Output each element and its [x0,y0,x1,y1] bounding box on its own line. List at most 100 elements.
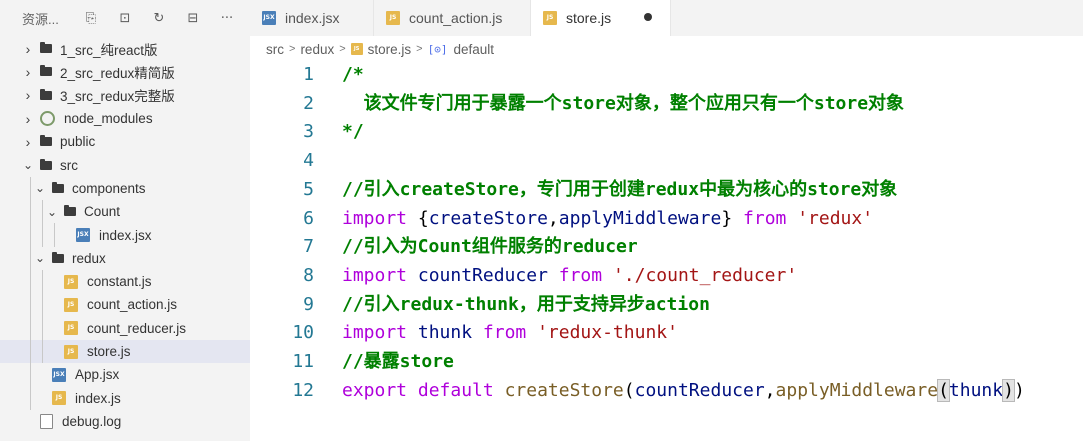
tree-item[interactable]: › 3_src_redux完整版 [0,84,250,107]
breadcrumb-item[interactable]: redux [300,42,334,57]
code-editor[interactable]: 1 /* 2 该文件专门用于暴露一个store对象，整个应用只有一个store对象 3… [250,61,1083,441]
line-number: 8 [303,264,314,286]
code-text: /* [342,61,364,89]
tree-item[interactable]: JSX App.jsx [0,363,250,387]
tree-item[interactable]: debug.log [0,410,250,433]
tab-store-js[interactable]: JS store.js [531,0,671,36]
code-token: */ [342,121,364,143]
code-line[interactable]: 7 //引入为Count组件服务的reducer [250,233,1083,261]
new-file-icon[interactable]: ⎘ [74,11,108,26]
tree-item-label: 1_src_纯react版 [60,42,158,58]
tree-item[interactable]: JS index.js [0,386,250,410]
code-line[interactable]: 3 */ [250,118,1083,146]
indent-guide [30,293,31,317]
code-token: thunk [948,379,1004,401]
unsaved-dot-icon[interactable] [644,13,652,21]
tab-label: store.js [566,10,612,26]
folder-icon [40,88,52,100]
chevron-right-icon[interactable]: › [22,135,34,149]
tab-label: count_action.js [409,10,503,26]
indent-guide [42,339,43,364]
tree-item-label: redux [72,250,106,266]
tree-item[interactable]: ⌄ src [0,153,250,176]
tab-count_action-js[interactable]: JS count_action.js [374,0,531,36]
line-number: 1 [303,64,314,85]
tree-item-label: count_action.js [87,297,178,313]
code-text: 该文件专门用于暴露一个store对象，整个应用只有一个store对象 [342,90,904,118]
indent-guide [30,386,31,410]
chevron-down-icon[interactable]: ⌄ [46,206,58,218]
breadcrumb-item[interactable]: default [453,42,494,57]
node-modules-icon [40,111,55,127]
line-number: 7 [303,236,314,258]
more-icon[interactable]: ··· [210,11,244,26]
code-token: thunk [417,322,483,344]
code-text: import thunk from 'redux-thunk' [342,319,678,347]
tree-item[interactable]: ⌄ Count [0,200,250,224]
tree-item[interactable]: ⌄ redux [0,246,250,270]
explorer-header: 资源... ⎘ ⊡ ↻ ⊟ ··· [0,0,250,36]
tree-item[interactable]: › 1_src_纯react版 [0,37,250,60]
code-line[interactable]: 12 export default createStore(countReduce… [250,377,1083,405]
tree-item[interactable]: › public [0,130,250,153]
refresh-icon[interactable]: ↻ [142,11,176,26]
indent-guide [30,339,31,364]
code-text: import countReducer from './count_reduce… [342,262,797,290]
code-line[interactable]: 11 //暴露store [250,348,1083,376]
chevron-down-icon[interactable]: ⌄ [22,159,34,171]
code-token: 该文件专门用于暴露一个store对象，整个应用只有一个store对象 [342,92,905,114]
tree-item[interactable]: JS constant.js [0,269,250,294]
code-token: 'redux-thunk' [537,322,678,344]
code-line[interactable]: 4 [250,147,1083,175]
code-token: ( [623,379,635,401]
breadcrumb-item[interactable]: src [266,42,284,57]
jsx-file-icon: JSX [52,367,66,382]
js-file-icon: JS [64,321,78,336]
tree-item[interactable]: JS count_action.js [0,293,250,317]
jsx-file-icon: JSX [76,228,90,243]
code-token: { [417,207,429,229]
chevron-right-icon[interactable]: › [22,65,34,79]
tree-item[interactable]: JS count_reducer.js [0,316,250,340]
chevron-right-icon[interactable]: › [22,42,34,56]
chevron-down-icon[interactable]: ⌄ [34,252,46,264]
breadcrumb-item[interactable]: store.js [368,42,412,57]
code-token: ) [1013,379,1025,401]
tree-item-label: App.jsx [75,367,120,383]
folder-icon [40,65,52,77]
tree-item-label: debug.log [62,413,122,429]
code-token: , [547,207,559,229]
tree-item[interactable]: JS store.js [0,339,250,364]
chevron-right-icon: > [339,43,346,55]
folder-icon [52,181,64,193]
collapse-all-icon[interactable]: ⊟ [176,11,210,26]
code-text: //引入createStore，专门用于创建redux中最为核心的store对象 [342,176,897,204]
chevron-right-icon[interactable]: › [22,88,34,102]
tree-item[interactable]: JSX index.jsx [0,223,250,247]
log-file-icon [40,413,53,429]
code-line[interactable]: 2 该文件专门用于暴露一个store对象，整个应用只有一个store对象 [250,90,1083,118]
code-line[interactable]: 5 //引入createStore，专门用于创建redux中最为核心的store对… [250,176,1083,204]
code-line[interactable]: 1 /* [250,61,1083,89]
line-number: 12 [292,379,314,401]
tab-index-jsx[interactable]: JSX index.jsx [250,0,374,36]
explorer-sidebar: 资源... ⎘ ⊡ ↻ ⊟ ··· › 1_src_纯react版 › 2_src_redux… [0,0,250,441]
new-folder-icon[interactable]: ⊡ [108,11,142,26]
tree-item-label: public [60,134,96,150]
js-file-icon: JS [350,43,363,55]
folder-icon [40,135,52,147]
tree-item[interactable]: › 2_src_redux精简版 [0,60,250,83]
code-token: import [342,207,418,229]
chevron-right-icon[interactable]: › [22,112,34,126]
tree-item[interactable]: › node_modules [0,107,250,130]
code-line[interactable]: 9 //引入redux-thunk，用于支持异步action [250,291,1083,319]
code-line[interactable]: 10 import thunk from 'redux-thunk' [250,319,1083,347]
tree-item[interactable]: ⌄ components [0,176,250,201]
code-token: from [743,207,798,229]
code-line[interactable]: 8 import countReducer from './count_reduc… [250,262,1083,290]
indent-guide [30,200,31,224]
chevron-down-icon[interactable]: ⌄ [34,182,46,194]
tree-item-label: 2_src_redux精简版 [60,65,175,81]
code-line[interactable]: 6 import {createStore,applyMiddleware} fr… [250,205,1083,233]
symbol-variable-icon: [⊙] [427,42,448,56]
